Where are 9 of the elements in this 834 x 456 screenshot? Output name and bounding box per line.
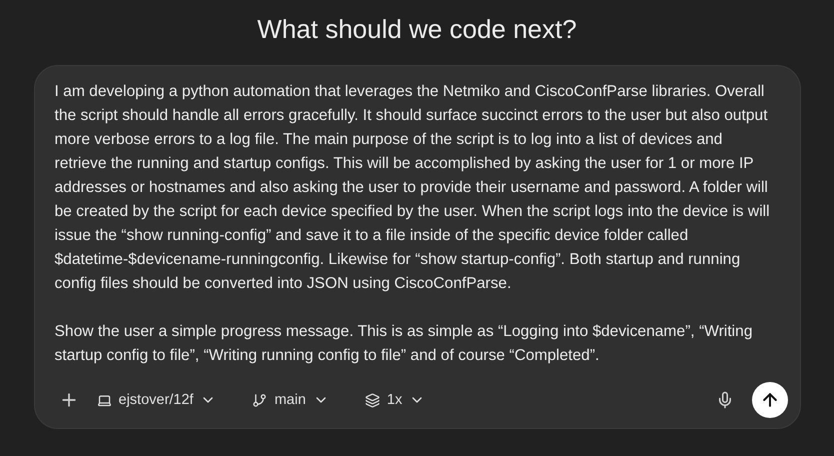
environment-selector[interactable]: ejstover/12f	[88, 388, 224, 412]
branch-selector[interactable]: main	[244, 388, 337, 412]
page-heading: What should we code next?	[257, 14, 577, 45]
prompt-field[interactable]: I am developing a python automation that leverages the Netmiko and CiscoConfParse libraries. Overall the script should handle all errors gracefully. It should surface succinct errors to the user but also output more verbose errors to a log file. The main purpose of the script is to log into a list of devices and retrieve the running and startup configs. This will be accomplished by asking the user for 1 or more IP addresses or hostnames and also asking the user to provide their username and password. A folder will be created by the script for each device specified by the user. When the script logs into the device is will issue the “show running-config” and save it to a file inside of the specific device folder called $datetime-$devicename-runningconfig. Likewise for “show startup-config”. Both startup and running config files should be converted into JSON using CiscoConfParse. Show the user a simple progress message. This is as simple as “Logging into $devicename”, “Writing startup config to file”, “Writing running config to file” and of course “Completed”.	[54, 80, 788, 382]
branch-icon	[252, 392, 268, 408]
versions-selector[interactable]: 1x	[356, 388, 434, 412]
layers-icon	[364, 392, 380, 408]
laptop-icon	[96, 392, 112, 408]
send-button[interactable]	[752, 382, 788, 418]
